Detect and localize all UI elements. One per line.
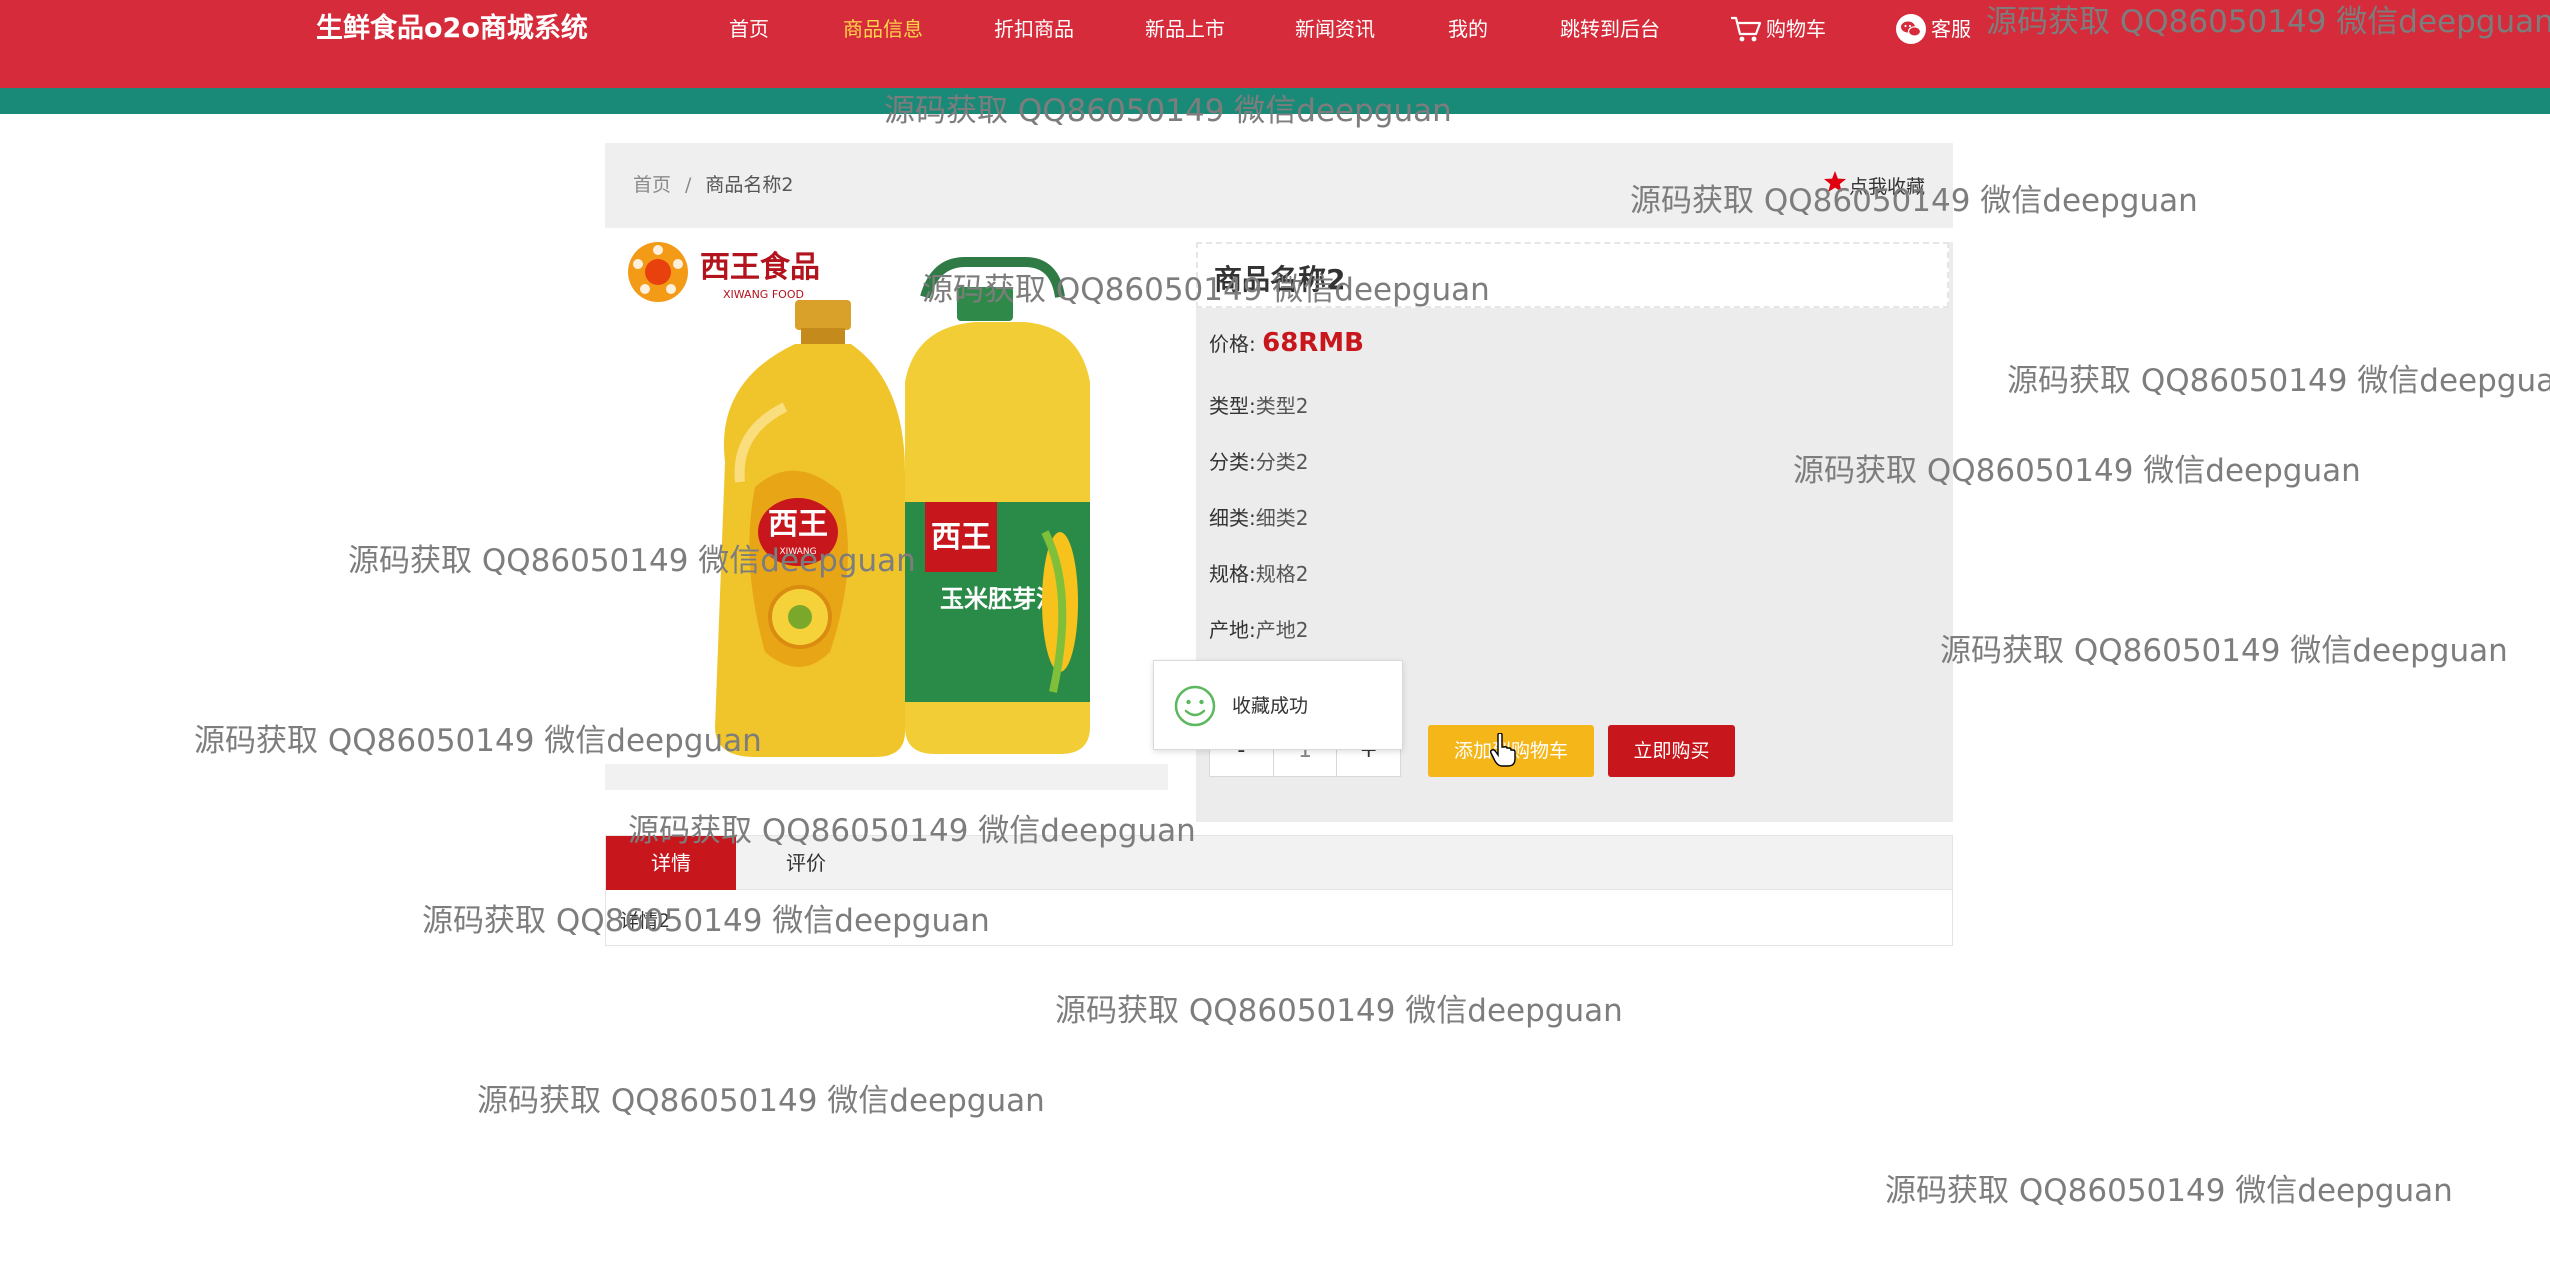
nav-service-label: 客服 (1931, 17, 1971, 41)
origin-row: 产地:产地2 (1209, 614, 1308, 643)
watermark: 源码获取 QQ86050149 微信deepguan (1885, 1173, 2453, 1209)
price-value: 68RMB (1262, 328, 1365, 358)
detail-text: 详情2 (620, 910, 671, 932)
product-name: 商品名称2 (1214, 263, 1346, 296)
detail-tabs: 详情 评价 (605, 835, 1953, 891)
wechat-icon (1895, 13, 1927, 45)
toast-message: 收藏成功 (1232, 695, 1309, 717)
category-value: 分类2 (1255, 450, 1309, 474)
tab-review[interactable]: 评价 (766, 836, 846, 891)
spec-value: 规格2 (1255, 562, 1309, 586)
cart-icon (1730, 15, 1762, 43)
price-label: 价格: (1209, 332, 1256, 356)
oil-bottle-left: 西王 XIWANG (715, 300, 905, 757)
type-row: 类型:类型2 (1209, 390, 1308, 419)
breadcrumb-home[interactable]: 首页 (633, 143, 671, 228)
tab-content: 详情2 (605, 890, 1953, 946)
site-title: 生鲜食品o2o商城系统 (316, 13, 588, 44)
subcategory-label: 细类: (1209, 506, 1256, 530)
spec-row: 规格:规格2 (1209, 558, 1308, 587)
type-value: 类型2 (1255, 394, 1309, 418)
watermark: 源码获取 QQ86050149 微信deepguan (477, 1083, 1045, 1119)
nav-cart[interactable]: 购物车 (1730, 8, 1826, 50)
svg-text:XIWANG FOOD: XIWANG FOOD (723, 288, 804, 301)
nav-service[interactable]: 客服 (1895, 8, 1971, 50)
nav-home[interactable]: 首页 (729, 8, 769, 50)
accent-strip (0, 88, 2550, 114)
svg-text:西王食品: 西王食品 (700, 250, 820, 285)
nav-discount[interactable]: 折扣商品 (994, 8, 1074, 50)
tab-detail[interactable]: 详情 (606, 836, 736, 891)
nav-news[interactable]: 新闻资讯 (1295, 8, 1375, 50)
nav-new-arrivals[interactable]: 新品上市 (1145, 8, 1225, 50)
watermark: 源码获取 QQ86050149 微信deepguan (2007, 363, 2550, 399)
top-navbar: 生鲜食品o2o商城系统 首页 商品信息 折扣商品 新品上市 新闻资讯 我的 跳转… (0, 0, 2550, 88)
category-label: 分类: (1209, 450, 1256, 474)
nav-products[interactable]: 商品信息 (843, 8, 923, 50)
watermark: 源码获取 QQ86050149 微信deepguan (1940, 633, 2508, 669)
nav-cart-label: 购物车 (1766, 17, 1826, 41)
nav-mine[interactable]: 我的 (1448, 8, 1488, 50)
origin-value: 产地2 (1255, 618, 1309, 642)
price-row: 价格: 68RMB (1209, 328, 1364, 358)
subcategory-value: 细类2 (1255, 506, 1309, 530)
svg-text:XIWANG: XIWANG (779, 547, 816, 557)
nav-admin[interactable]: 跳转到后台 (1560, 8, 1660, 50)
product-image: 西王食品 XIWANG FOOD 西王 XIWANG 西王 玉米胚芽油 (605, 232, 1168, 788)
smile-icon (1174, 685, 1216, 731)
favorite-button[interactable]: 点我收藏 (1823, 171, 1925, 203)
spec-label: 规格: (1209, 562, 1256, 586)
origin-label: 产地: (1209, 618, 1256, 642)
toast-notification: 收藏成功 (1153, 660, 1403, 750)
category-row: 分类:分类2 (1209, 446, 1308, 475)
breadcrumb-bar: 首页 / 商品名称2 点我收藏 (605, 143, 1953, 228)
hand-cursor-icon (1489, 732, 1516, 771)
svg-text:西王: 西王 (931, 520, 991, 555)
oil-jug-right: 西王 玉米胚芽油 (905, 257, 1090, 754)
svg-text:西王: 西王 (768, 507, 828, 542)
buy-now-button[interactable]: 立即购买 (1608, 725, 1735, 777)
breadcrumb: 首页 / 商品名称2 (633, 143, 794, 228)
svg-text:玉米胚芽油: 玉米胚芽油 (940, 585, 1060, 613)
subcategory-row: 细类:细类2 (1209, 502, 1308, 531)
breadcrumb-separator: / (685, 174, 692, 196)
favorite-label: 点我收藏 (1849, 176, 1926, 198)
product-title-box: 商品名称2 (1196, 242, 1949, 308)
image-caption-strip (605, 764, 1168, 790)
breadcrumb-current: 商品名称2 (705, 174, 794, 196)
star-icon (1823, 170, 1847, 204)
watermark: 源码获取 QQ86050149 微信deepguan (1055, 993, 1623, 1029)
brand-logo: 西王食品 XIWANG FOOD (628, 242, 820, 302)
type-label: 类型: (1209, 394, 1256, 418)
